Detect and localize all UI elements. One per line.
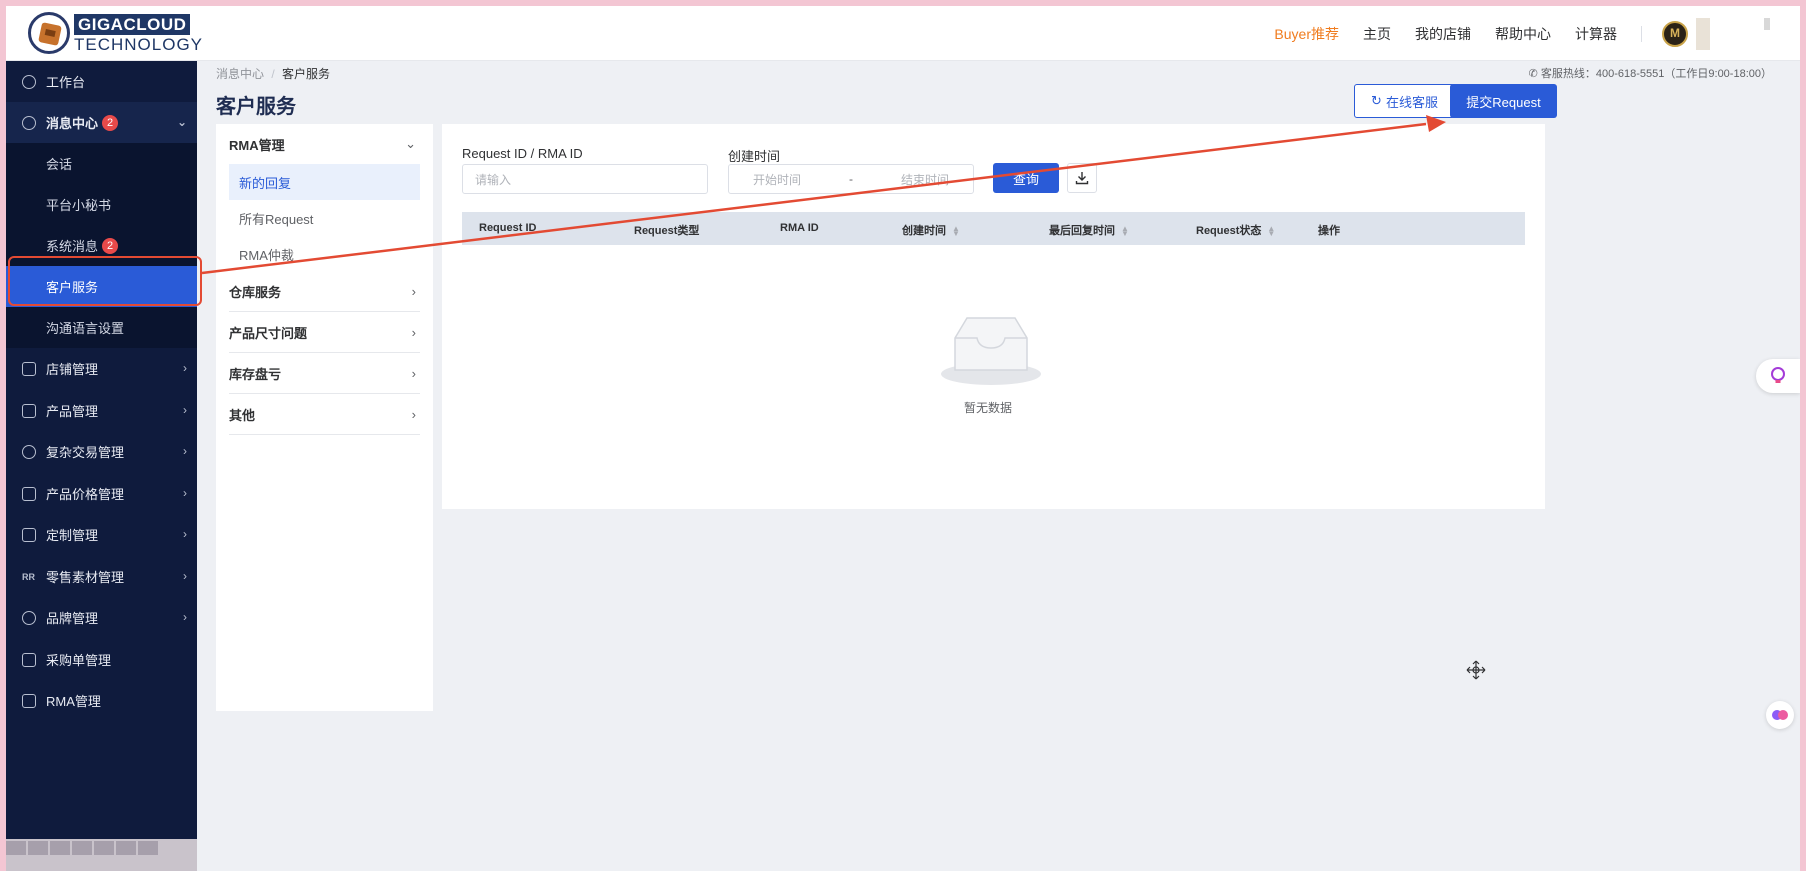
annotation-arrow — [201, 115, 1446, 275]
app-frame: GIGACLOUD TECHNOLOGY Buyer推荐 主页 我的店铺 帮助中… — [6, 6, 1800, 871]
